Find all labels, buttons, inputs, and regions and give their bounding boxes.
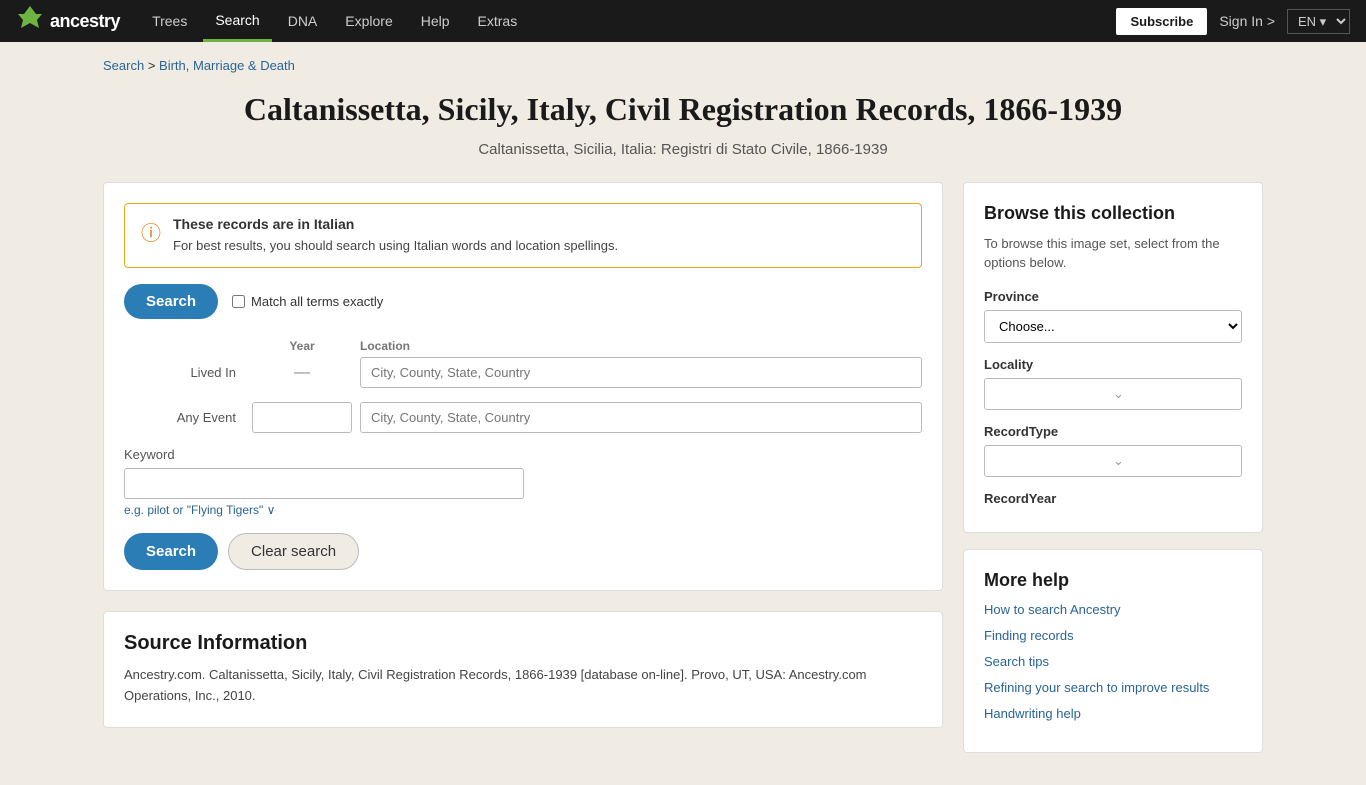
browse-card: Browse this collection To browse this im… (963, 182, 1263, 533)
logo-text: ancestry (50, 11, 120, 32)
record-type-chevron-icon: ⌄ (1113, 453, 1231, 469)
sidebar: Browse this collection To browse this im… (963, 182, 1263, 769)
alert-content: These records are in Italian For best re… (173, 216, 618, 256)
search-top-row: Search Match all terms exactly (124, 284, 922, 319)
help-link-2[interactable]: Search tips (984, 653, 1242, 671)
lived-in-row: Lived In — (124, 357, 922, 388)
location-header: Location (360, 339, 922, 353)
year-dash: — (252, 364, 352, 382)
browse-title: Browse this collection (984, 203, 1242, 224)
match-exactly-text: Match all terms exactly (251, 294, 383, 309)
nav-right: Subscribe Sign In > EN ▾ (1116, 8, 1350, 35)
nav-trees[interactable]: Trees (140, 0, 199, 42)
alert-title: These records are in Italian (173, 216, 618, 232)
more-help-card: More help How to search Ancestry Finding… (963, 549, 1263, 753)
match-exactly-label[interactable]: Match all terms exactly (232, 294, 383, 309)
keyword-section: Keyword e.g. pilot or "Flying Tigers" ∨ (124, 447, 922, 517)
logo[interactable]: ancestry (16, 4, 120, 38)
language-selector[interactable]: EN ▾ (1287, 9, 1350, 34)
alert-icon: ⓘ (141, 217, 161, 256)
search-button-top[interactable]: Search (124, 284, 218, 319)
any-event-year-input[interactable] (252, 402, 352, 433)
more-help-title: More help (984, 570, 1242, 591)
page-title: Caltanissetta, Sicily, Italy, Civil Regi… (103, 89, 1263, 131)
search-bottom-row: Search Clear search (124, 533, 922, 570)
breadcrumb-separator: > (148, 58, 159, 73)
nav-dna[interactable]: DNA (276, 0, 330, 42)
help-link-4[interactable]: Handwriting help (984, 705, 1242, 723)
search-card: ⓘ These records are in Italian For best … (103, 182, 943, 592)
locality-chevron-icon: ⌄ (1113, 386, 1231, 402)
any-event-location-input[interactable] (360, 402, 922, 433)
help-link-3[interactable]: Refining your search to improve results (984, 679, 1242, 697)
source-title: Source Information (124, 632, 922, 655)
any-event-row: Any Event (124, 402, 922, 433)
source-text: Ancestry.com. Caltanissetta, Sicily, Ita… (124, 665, 922, 707)
help-link-1[interactable]: Finding records (984, 627, 1242, 645)
nav-links: Trees Search DNA Explore Help Extras (140, 0, 1116, 42)
record-type-label: RecordType (984, 424, 1242, 439)
breadcrumb: Search > Birth, Marriage & Death (103, 58, 1263, 73)
breadcrumb-current[interactable]: Birth, Marriage & Death (159, 58, 295, 73)
lived-in-location-input[interactable] (360, 357, 922, 388)
source-card: Source Information Ancestry.com. Caltani… (103, 611, 943, 728)
clear-search-button[interactable]: Clear search (228, 533, 359, 570)
keyword-label: Keyword (124, 447, 922, 462)
any-event-label: Any Event (124, 410, 244, 425)
page-container: Search > Birth, Marriage & Death Caltani… (83, 42, 1283, 785)
navigation: ancestry Trees Search DNA Explore Help E… (0, 0, 1366, 42)
main-column: ⓘ These records are in Italian For best … (103, 182, 943, 728)
breadcrumb-search[interactable]: Search (103, 58, 144, 73)
ancestry-logo-icon (16, 4, 44, 38)
label-spacer (124, 339, 244, 353)
year-header: Year (252, 339, 352, 353)
nav-search[interactable]: Search (203, 0, 271, 42)
record-year-label: RecordYear (984, 491, 1242, 506)
alert-body: For best results, you should search usin… (173, 236, 618, 256)
two-column-layout: ⓘ These records are in Italian For best … (103, 182, 1263, 769)
help-link-0[interactable]: How to search Ancestry (984, 601, 1242, 619)
match-exactly-checkbox[interactable] (232, 295, 245, 308)
province-label: Province (984, 289, 1242, 304)
lived-in-label: Lived In (124, 365, 244, 380)
nav-help[interactable]: Help (409, 0, 462, 42)
signin-link[interactable]: Sign In > (1219, 13, 1275, 29)
nav-extras[interactable]: Extras (466, 0, 530, 42)
page-subtitle: Caltanissetta, Sicilia, Italia: Registri… (103, 141, 1263, 158)
help-links: How to search Ancestry Finding records S… (984, 601, 1242, 724)
subscribe-button[interactable]: Subscribe (1116, 8, 1207, 35)
nav-explore[interactable]: Explore (333, 0, 404, 42)
italian-alert: ⓘ These records are in Italian For best … (124, 203, 922, 269)
province-select[interactable]: Choose... (984, 310, 1242, 343)
browse-description: To browse this image set, select from th… (984, 234, 1242, 273)
keyword-example[interactable]: e.g. pilot or "Flying Tigers" ∨ (124, 503, 922, 517)
locality-dropdown[interactable]: ⌄ (984, 378, 1242, 410)
locality-label: Locality (984, 357, 1242, 372)
search-button-bottom[interactable]: Search (124, 533, 218, 570)
keyword-input[interactable] (124, 468, 524, 499)
record-type-dropdown[interactable]: ⌄ (984, 445, 1242, 477)
column-headers: Year Location (124, 339, 922, 353)
